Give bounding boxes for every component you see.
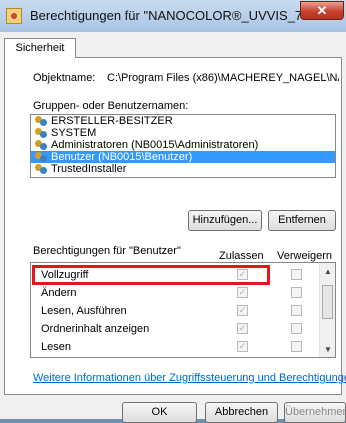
object-name-value: C:\Program Files (x86)\MACHEREY_NAGEL\NA… <box>107 72 339 84</box>
deny-checkbox[interactable] <box>291 341 302 352</box>
highlight-box <box>32 265 270 285</box>
permissions-label: Berechtigungen für "Benutzer" <box>33 245 181 257</box>
user-group-icon <box>35 128 48 138</box>
list-item-system[interactable]: SYSTEM <box>31 127 335 139</box>
allow-checkbox[interactable]: ✓ <box>237 341 248 352</box>
scroll-thumb[interactable] <box>322 285 333 319</box>
allow-checkbox[interactable]: ✓ <box>237 305 248 316</box>
deny-checkbox[interactable] <box>291 269 302 280</box>
permission-name: Lesen <box>41 341 71 353</box>
scroll-up-icon[interactable]: ▲ <box>324 267 332 276</box>
permission-row: Ändern ✓ <box>31 285 317 301</box>
list-item-users[interactable]: Benutzer (NB0015\Benutzer) <box>31 151 335 163</box>
object-name-label: Objektname: <box>33 72 96 84</box>
allow-column-header: Zulassen <box>219 250 264 262</box>
close-button[interactable]: ✕ <box>300 1 344 20</box>
user-group-icon <box>35 140 48 150</box>
permission-row: Lesen ✓ <box>31 339 317 355</box>
user-group-icon <box>35 164 48 174</box>
permission-row: Ordnerinhalt anzeigen ✓ <box>31 321 317 337</box>
permission-name: Lesen, Ausführen <box>41 305 127 317</box>
permissions-scrollbar[interactable]: ▲ ▼ <box>319 263 335 357</box>
user-group-icon <box>35 152 48 162</box>
deny-column-header: Verweigern <box>277 250 333 262</box>
deny-checkbox[interactable] <box>291 305 302 316</box>
permission-name: Ändern <box>41 287 77 299</box>
deny-checkbox[interactable] <box>291 323 302 334</box>
user-group-icon <box>35 116 48 126</box>
allow-checkbox[interactable]: ✓ <box>237 287 248 298</box>
info-link[interactable]: Weitere Informationen über Zugriffssteue… <box>33 372 346 384</box>
deny-checkbox[interactable] <box>291 287 302 298</box>
add-button[interactable]: Hinzufügen... <box>188 210 262 231</box>
groups-label: Gruppen- oder Benutzernamen: <box>33 100 189 112</box>
list-item-trustedinstaller[interactable]: TrustedInstaller <box>31 163 335 175</box>
allow-checkbox[interactable]: ✓ <box>237 323 248 334</box>
list-item-administrators[interactable]: Administratoren (NB0015\Administratoren) <box>31 139 335 151</box>
permission-row: Lesen, Ausführen ✓ <box>31 303 317 319</box>
groups-listbox[interactable]: ERSTELLER-BESITZER SYSTEM Administratore… <box>30 114 336 178</box>
list-item-label: Administratoren (NB0015\Administratoren) <box>51 139 259 151</box>
permission-name: Ordnerinhalt anzeigen <box>41 323 150 335</box>
list-item-label: Benutzer (NB0015\Benutzer) <box>51 151 193 163</box>
ok-button[interactable]: OK <box>122 402 197 423</box>
app-icon <box>6 8 22 24</box>
remove-button[interactable]: Entfernen <box>268 210 336 231</box>
tab-security[interactable]: Sicherheit <box>4 38 76 58</box>
apply-button[interactable]: Übernehmen <box>284 402 346 423</box>
cancel-button[interactable]: Abbrechen <box>205 402 278 423</box>
list-item-label: SYSTEM <box>51 127 97 139</box>
list-item-label: TrustedInstaller <box>51 163 127 175</box>
list-item-creator-owner[interactable]: ERSTELLER-BESITZER <box>31 115 335 127</box>
scroll-down-icon[interactable]: ▼ <box>324 345 332 354</box>
window-title: Berechtigungen für "NANOCOLOR®_UVVIS_7.0… <box>30 8 340 23</box>
list-item-label: ERSTELLER-BESITZER <box>51 115 173 127</box>
